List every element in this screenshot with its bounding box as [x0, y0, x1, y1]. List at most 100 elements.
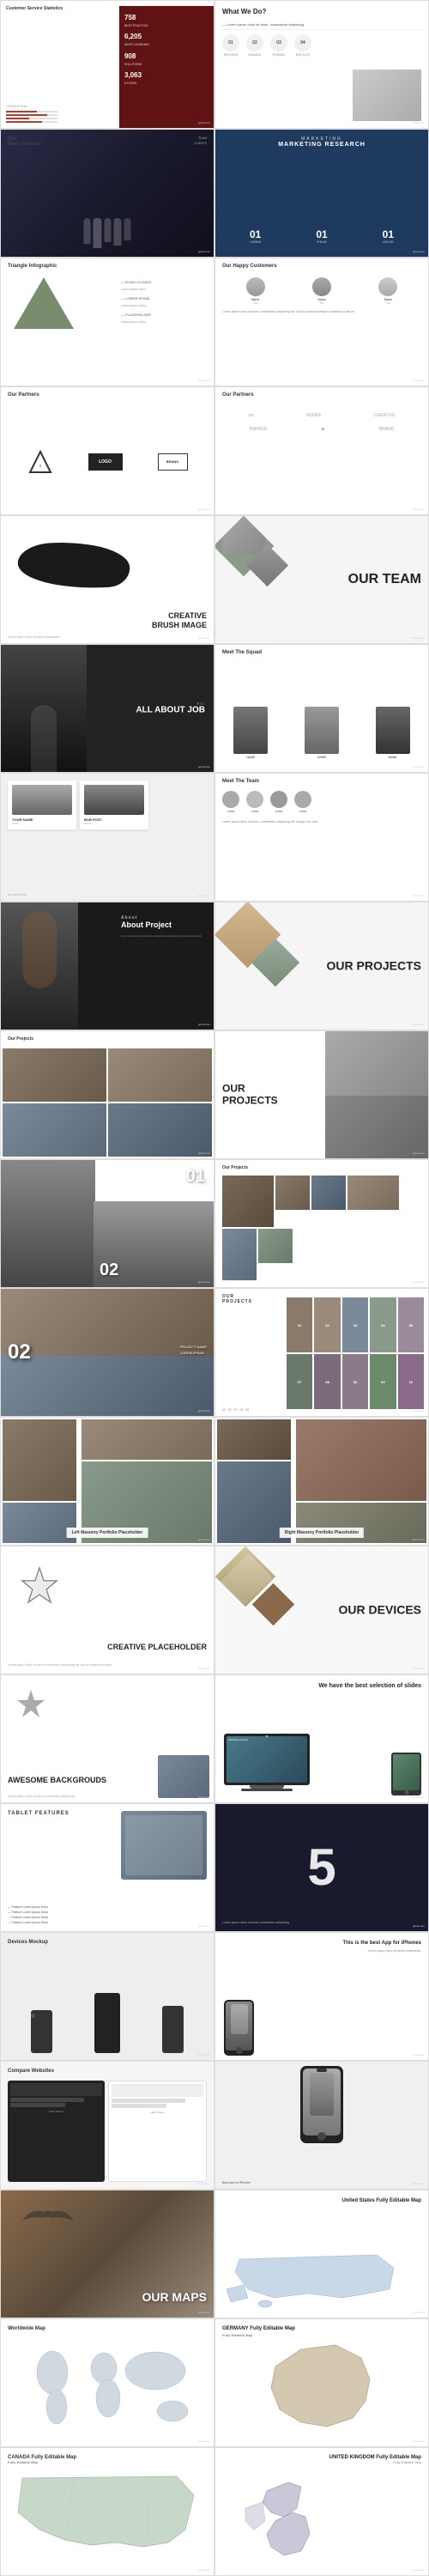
row-4: Our Partners S LOGO BRAND gfxtra.com Our… [0, 386, 429, 515]
slide-customer-statistics: Customer Service Statistics 758 BEST PRA… [0, 0, 214, 129]
partners-logos: S LOGO BRAND [1, 409, 214, 514]
row-2: OurNext Services TEAM CLIENTS gfxtra.com [0, 129, 429, 258]
person-photo [1, 902, 78, 1030]
projects-label-2: OURPROJECTS [222, 1083, 278, 1108]
mosaic-grid [222, 1176, 421, 1280]
watermark: gfxtra.com [413, 1409, 425, 1413]
items-list: — Lorem ipsum dolor sit amet, consectetu… [222, 22, 421, 57]
watermark: gfxtra.com [413, 2311, 425, 2314]
slide-about-project: About About Project Lorem ipsum dolor si… [0, 902, 214, 1030]
watermark: gfxtra.com [413, 507, 425, 511]
slide-our-maps: OUR MAPS gfxtra.com [0, 2190, 214, 2318]
watermark: gfxtra.com [413, 121, 425, 125]
watermark: gfxtra.com [413, 2568, 425, 2572]
masonry-label: Left Masonry Portfolio Placeholder [67, 1528, 148, 1538]
project-photo-1 [1, 1160, 95, 1288]
watermark: gfxtra.com [198, 2053, 210, 2057]
bird-silhouette [14, 2199, 82, 2246]
canada-title: CANADA Fully Editable Map Fully Editable… [8, 2455, 76, 2464]
team-label: OUR TEAM [348, 572, 421, 587]
slide-creative-placeholder: CREATIVE PLACEHOLDER Lorem ipsum dolor s… [0, 1546, 214, 1674]
right-column [80, 1418, 214, 1545]
top-labels: TEAM CLIENTS [194, 137, 207, 145]
germany-title: GERMANY Fully Editable Map Fully Editabl… [222, 2326, 295, 2337]
row-1: Customer Service Statistics 758 BEST PRA… [0, 0, 429, 129]
watermark: gfxtra.com [198, 379, 210, 382]
watermark: gfxtra.com [413, 379, 425, 382]
germany-map [233, 2341, 411, 2438]
bg-icon [14, 1688, 48, 1727]
slide-meet-squad: Meet The Squad NAME NAME NAME gfxtra.com [214, 644, 429, 773]
watermark: gfxtra.com [198, 636, 210, 640]
slide-title: What We Do? [222, 8, 266, 15]
row-6: ALL ALL ABOUT JOB gfxtra.com Meet The Sq… [0, 644, 429, 773]
row-15: TABLET FEATURES — Feature Lorem Ipsum Do… [0, 1803, 429, 1932]
canada-map [5, 2470, 209, 2571]
masonry-label-2: Right Masonry Portfolio Placeholder [280, 1528, 364, 1538]
maps-label: OUR MAPS [142, 2290, 207, 2305]
slide-title: Our Projects [222, 1165, 248, 1170]
watermark: gfxtra.com [198, 894, 210, 897]
triangle-group [14, 277, 74, 329]
watermark: gfxtra.com [198, 1151, 210, 1155]
slide-our-devices: OUR DEVICES gfxtra.com [214, 1546, 429, 1674]
slide-title: Our Partners [222, 392, 254, 398]
row-11: 02 PROJECT NAME LOREM IPSUM gfxtra.com O… [0, 1288, 429, 1417]
watermark: gfxtra.com [198, 1023, 210, 1026]
slide-desc: Lorem ipsum dolor sit amet consectetur [8, 635, 60, 639]
stats-row: 01 LOREM 01 IPSUM 01 DOLOR [222, 228, 421, 244]
slide-title: Worldwide Map [8, 2326, 45, 2331]
slide-right-masonry: Right Masonry Portfolio Placeholder gfxt… [214, 1417, 429, 1546]
slide-worldwide-map: Worldwide Map gfxtra.com [0, 2318, 214, 2447]
uk-map [241, 2470, 360, 2567]
row-7: YOUR NAME ROLE BOB POST ROLE ME • BOB PO… [0, 773, 429, 902]
left-column [1, 1418, 78, 1545]
image-placeholder [353, 70, 421, 121]
triangle-labels: — IN BIG CLOUDS Lorem ipsum dolor — LORE… [121, 280, 207, 324]
watermark: gfxtra.com [198, 765, 210, 769]
people-image [1, 130, 214, 257]
left-col-2 [215, 1418, 293, 1545]
slide-us-map: United States Fully Editable Map gfxtra.… [214, 2190, 429, 2318]
watermark: gfxtra.com [198, 1280, 210, 1284]
slide-best-app: This is the best App for iPhones Lorem i… [214, 1932, 429, 2061]
squad-members: NAME NAME NAME [215, 662, 428, 772]
slide-app-iphone: Best App for iPhones gfxtra.com [214, 2061, 429, 2190]
stat-bars: LOREM IPSUM [6, 105, 57, 123]
slide-what-we-do: What We Do? — Lorem ipsum dolor sit amet… [214, 0, 429, 129]
placeholder-desc: Lorem ipsum dolor sit amet consectetur a… [8, 1663, 207, 1667]
watermark: gfxtra.com [413, 765, 425, 769]
left-image [1, 645, 87, 773]
slide-our-team: OUR TEAM gfxtra.com [214, 515, 429, 644]
tablet-image [121, 1811, 207, 1880]
slide-projects-grid-1: Our Projects gfxtra.com [0, 1030, 214, 1159]
row-3: Triangle Infographic — IN BIG CLOUDS Lor… [0, 258, 429, 386]
brush-title: CREATIVEBRUSH IMAGE [152, 611, 207, 630]
slide-partners-2: Our Partners inc SONDE CREATIVE PARKER ◆… [214, 386, 429, 515]
team-members-row: NAME NAME NAME NAME Lorem ipsum [222, 791, 421, 824]
watermark: gfxtra.com [198, 2439, 210, 2443]
watermark: gfxtra.com [413, 636, 425, 640]
world-map [5, 2338, 209, 2442]
watermark: gfxtra.com [413, 1667, 425, 1670]
slide-all-about-job: ALL ALL ABOUT JOB gfxtra.com [0, 644, 214, 773]
watermark: gfxtra.com [413, 2053, 425, 2057]
watermark: gfxtra.com [198, 1667, 210, 1670]
slide-title: MARKETING MARKETING RESEARCH [278, 137, 366, 148]
right-col-2 [294, 1418, 428, 1545]
watermark: gfxtra.com [198, 1409, 210, 1413]
project-labels: PROJECT NAME LOREM IPSUM [180, 1345, 207, 1355]
slide-desc-5: Lorem ipsum dolor sit amet consectetur a… [222, 1921, 421, 1924]
uk-title: UNITED KINGDOM Fully Editable Map Fully … [329, 2455, 421, 2464]
slide-title: Meet The Squad [222, 650, 262, 655]
row-12: Left Masonry Portfolio Placeholder gfxtr… [0, 1417, 429, 1546]
creative-icon [18, 1564, 61, 1611]
watermark: gfxtra.com [198, 2568, 210, 2572]
slide-best-selection: We have the best selection of slides Int… [214, 1674, 429, 1803]
watermark: gfxtra.com [198, 1795, 210, 1799]
slide-title: Our Projects [8, 1036, 33, 1042]
slide-projects-right: OURPROJECTS gfxtra.com [214, 1030, 429, 1159]
slide-title: Our Partners [8, 392, 39, 398]
slide-partners-1: Our Partners S LOGO BRAND gfxtra.com [0, 386, 214, 515]
tablet-mockup [391, 1753, 421, 1795]
